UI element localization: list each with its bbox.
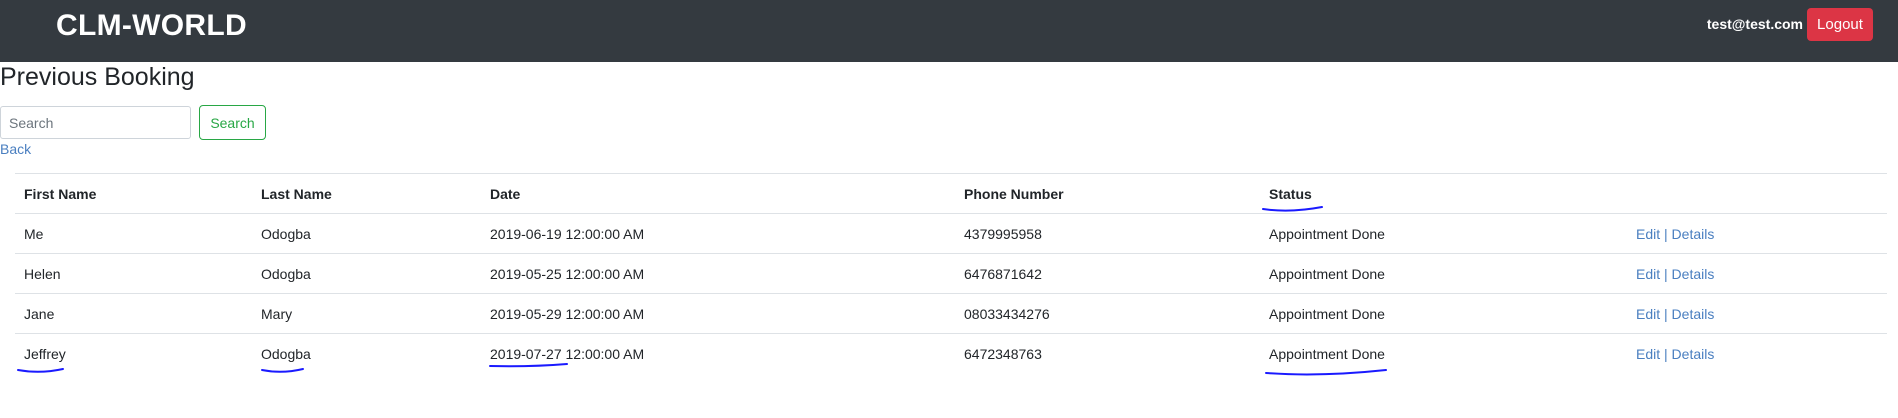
search-button[interactable]: Search <box>199 105 266 140</box>
cell-first-name: Jane <box>15 293 252 334</box>
cell-date: 2019-05-29 12:00:00 AM <box>481 293 955 334</box>
top-navbar: CLM-WORLD test@test.com Logout <box>0 0 1898 62</box>
cell-actions: Edit | Details <box>1627 333 1887 374</box>
link-separator: | <box>1664 225 1668 242</box>
page-title: Previous Booking <box>0 63 195 91</box>
cell-last-name: Mary <box>252 293 481 334</box>
table-row: Helen Odogba 2019-05-25 12:00:00 AM 6476… <box>15 253 1887 294</box>
cell-last-name: Odogba <box>252 253 481 294</box>
header-phone-number: Phone Number <box>955 173 1260 214</box>
cell-date: 2019-05-25 12:00:00 AM <box>481 253 955 294</box>
link-separator: | <box>1664 345 1668 362</box>
edit-link[interactable]: Edit <box>1636 346 1660 362</box>
cell-phone: 6476871642 <box>955 253 1260 294</box>
cell-actions: Edit | Details <box>1627 213 1887 254</box>
cell-first-name: Jeffrey <box>15 333 252 374</box>
table-row: Jeffrey Odogba 2019-07-27 12:00:00 AM 64… <box>15 333 1887 374</box>
header-status: Status <box>1260 173 1627 214</box>
back-link[interactable]: Back <box>0 141 31 157</box>
logout-button[interactable]: Logout <box>1807 8 1873 41</box>
edit-link[interactable]: Edit <box>1636 266 1660 282</box>
table-row: Jane Mary 2019-05-29 12:00:00 AM 0803343… <box>15 293 1887 334</box>
cell-last-name: Odogba <box>252 213 481 254</box>
cell-first-name: Helen <box>15 253 252 294</box>
cell-status: Appointment Done <box>1260 213 1627 254</box>
cell-last-name: Odogba <box>252 333 481 374</box>
brand-logo[interactable]: CLM-WORLD <box>56 9 247 43</box>
details-link[interactable]: Details <box>1672 306 1715 322</box>
search-input[interactable] <box>0 106 191 139</box>
edit-link[interactable]: Edit <box>1636 226 1660 242</box>
cell-status: Appointment Done <box>1260 253 1627 294</box>
cell-phone: 6472348763 <box>955 333 1260 374</box>
bookings-table: First Name Last Name Date Phone Number S… <box>15 173 1887 374</box>
link-separator: | <box>1664 305 1668 322</box>
cell-phone: 4379995958 <box>955 213 1260 254</box>
cell-phone: 08033434276 <box>955 293 1260 334</box>
link-separator: | <box>1664 265 1668 282</box>
cell-date: 2019-06-19 12:00:00 AM <box>481 213 955 254</box>
user-email: test@test.com <box>1706 16 1803 32</box>
cell-first-name: Me <box>15 213 252 254</box>
cell-date: 2019-07-27 12:00:00 AM <box>481 333 955 374</box>
header-first-name: First Name <box>15 173 252 214</box>
table-header-row: First Name Last Name Date Phone Number S… <box>15 173 1887 214</box>
edit-link[interactable]: Edit <box>1636 306 1660 322</box>
header-last-name: Last Name <box>252 173 481 214</box>
cell-status: Appointment Done <box>1260 333 1627 374</box>
cell-status: Appointment Done <box>1260 293 1627 334</box>
details-link[interactable]: Details <box>1672 346 1715 362</box>
details-link[interactable]: Details <box>1672 266 1715 282</box>
header-actions <box>1627 173 1887 214</box>
cell-actions: Edit | Details <box>1627 293 1887 334</box>
details-link[interactable]: Details <box>1672 226 1715 242</box>
cell-actions: Edit | Details <box>1627 253 1887 294</box>
table-row: Me Odogba 2019-06-19 12:00:00 AM 4379995… <box>15 213 1887 254</box>
header-date: Date <box>481 173 955 214</box>
